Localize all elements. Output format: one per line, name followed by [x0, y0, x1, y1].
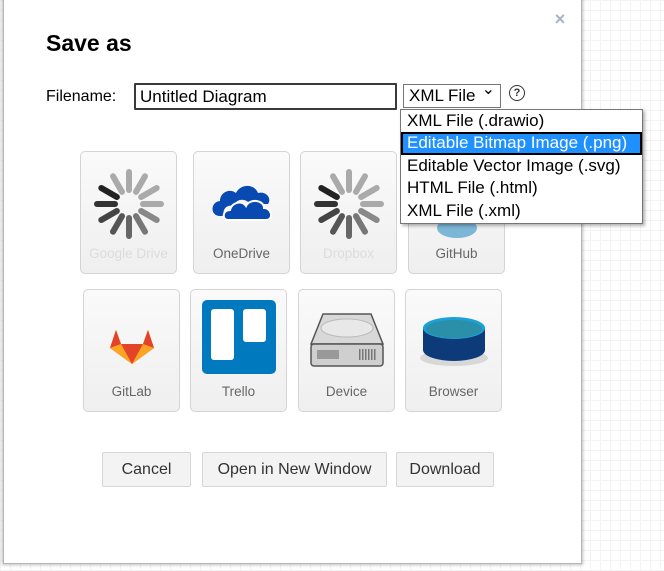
spinner-spoke — [329, 213, 345, 235]
spinner-spoke — [317, 208, 340, 223]
storage-dropbox[interactable]: Dropbox — [300, 151, 397, 274]
storage-label: Dropbox — [322, 246, 375, 261]
chevron-down-icon: ⌄ — [481, 81, 495, 98]
format-select[interactable]: XML File ⌄ — [403, 81, 501, 108]
spinner-spoke — [132, 213, 148, 235]
close-icon[interactable]: × — [553, 10, 567, 28]
storage-label: GitLab — [111, 384, 152, 399]
format-option-highlighted[interactable]: Editable Bitmap Image (.png) — [401, 132, 642, 155]
storage-label: Trello — [221, 384, 256, 399]
filename-input[interactable] — [134, 83, 397, 110]
download-button[interactable]: Download — [396, 452, 494, 487]
storage-google-drive[interactable]: Google Drive — [80, 151, 177, 274]
spinner-spoke — [329, 173, 345, 195]
open-in-new-window-button[interactable]: Open in New Window — [202, 452, 387, 487]
storage-label: OneDrive — [212, 246, 271, 261]
onedrive-icon — [212, 185, 272, 221]
storage-trello[interactable]: Trello — [190, 289, 287, 412]
filename-label: Filename: — [46, 88, 117, 105]
format-option[interactable]: Editable Vector Image (.svg) — [401, 155, 642, 177]
format-dropdown-list: XML File (.drawio) Editable Bitmap Image… — [400, 109, 643, 224]
storage-label: Browser — [428, 384, 479, 399]
storage-gitlab[interactable]: GitLab — [83, 289, 180, 412]
format-option[interactable]: XML File (.drawio) — [401, 110, 642, 132]
format-select-value: XML File — [409, 86, 476, 105]
spinner-icon — [93, 169, 164, 239]
spinner-spoke — [109, 213, 125, 235]
storage-label: GitHub — [435, 246, 478, 261]
help-icon[interactable]: ? — [509, 85, 525, 101]
hard-drive-icon — [309, 313, 384, 367]
storage-browser[interactable]: Browser — [405, 289, 502, 412]
spinner-spoke — [137, 185, 160, 200]
spinner-spoke — [97, 208, 120, 223]
spinner-spoke — [109, 173, 125, 195]
cancel-button[interactable]: Cancel — [102, 452, 191, 487]
spinner-spoke — [317, 185, 340, 200]
spinner-spoke — [352, 173, 368, 195]
spinner-spoke — [132, 173, 148, 195]
spinner-spoke — [352, 213, 368, 235]
format-option[interactable]: XML File (.xml) — [401, 200, 642, 222]
spinner-icon — [313, 169, 384, 239]
spinner-spoke — [137, 208, 160, 223]
dialog-title: Save as — [46, 30, 132, 56]
browser-storage-icon — [419, 317, 488, 366]
storage-device[interactable]: Device — [298, 289, 395, 412]
storage-onedrive[interactable]: OneDrive — [193, 151, 290, 274]
format-option[interactable]: HTML File (.html) — [401, 177, 642, 199]
spinner-spoke — [357, 208, 380, 223]
save-as-dialog: × Save as Filename: XML File ⌄ ? Google … — [3, 0, 582, 564]
storage-label: Google Drive — [89, 246, 168, 261]
storage-label: Device — [325, 384, 368, 399]
gitlab-icon — [109, 330, 154, 364]
spinner-spoke — [97, 185, 120, 200]
spinner-spoke — [357, 185, 380, 200]
trello-icon — [201, 300, 276, 374]
